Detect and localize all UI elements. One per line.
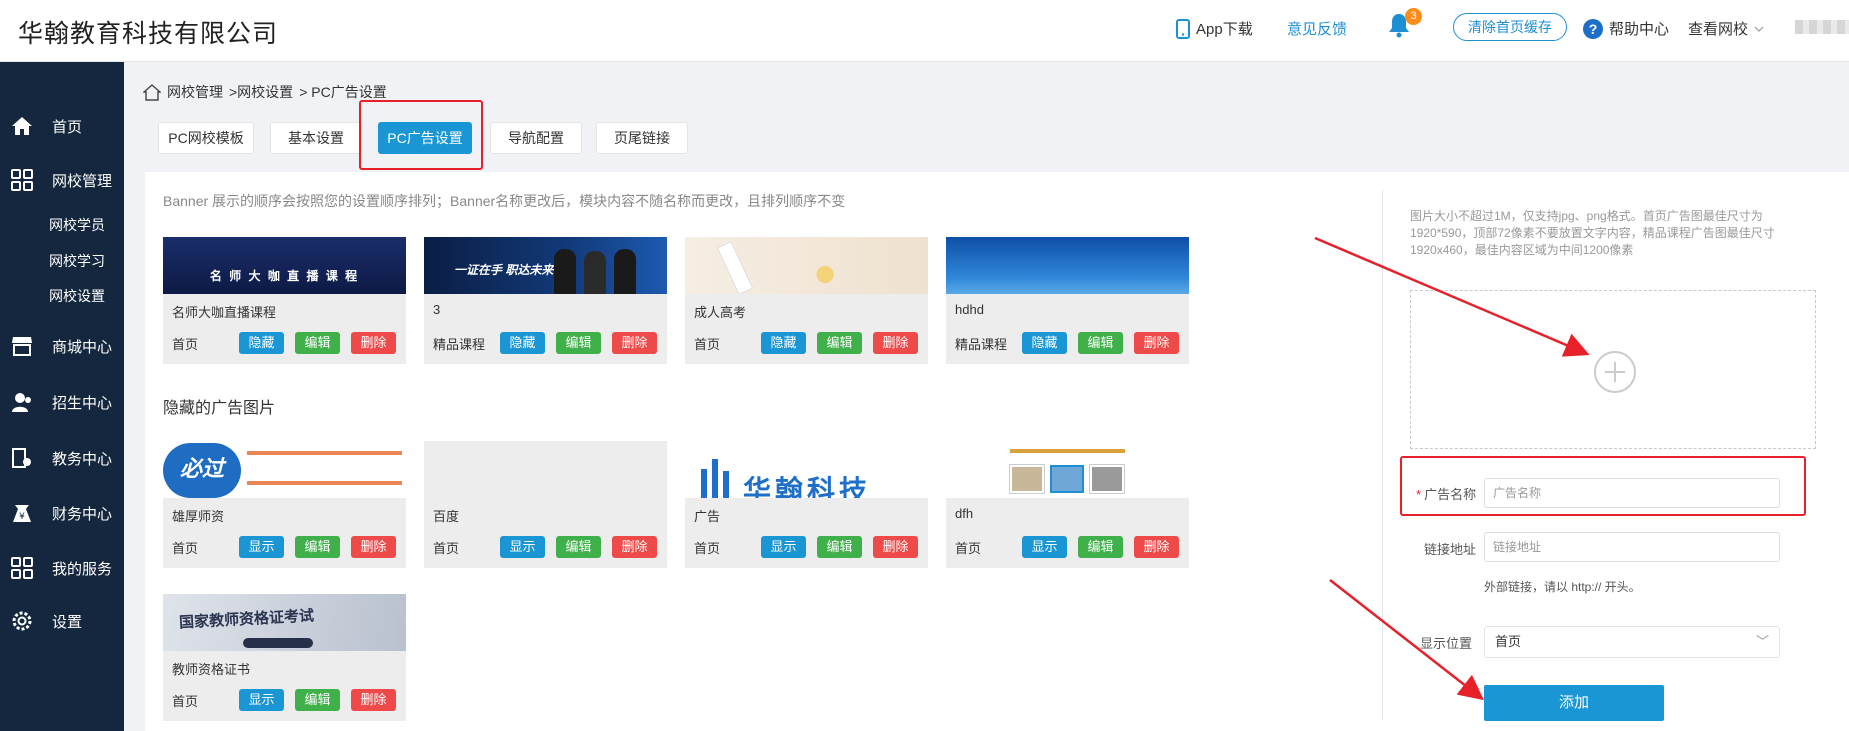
annotation-arrow [1329,579,1484,701]
annotation-arrow [1314,236,1590,357]
annotation-arrows [1314,236,1590,701]
